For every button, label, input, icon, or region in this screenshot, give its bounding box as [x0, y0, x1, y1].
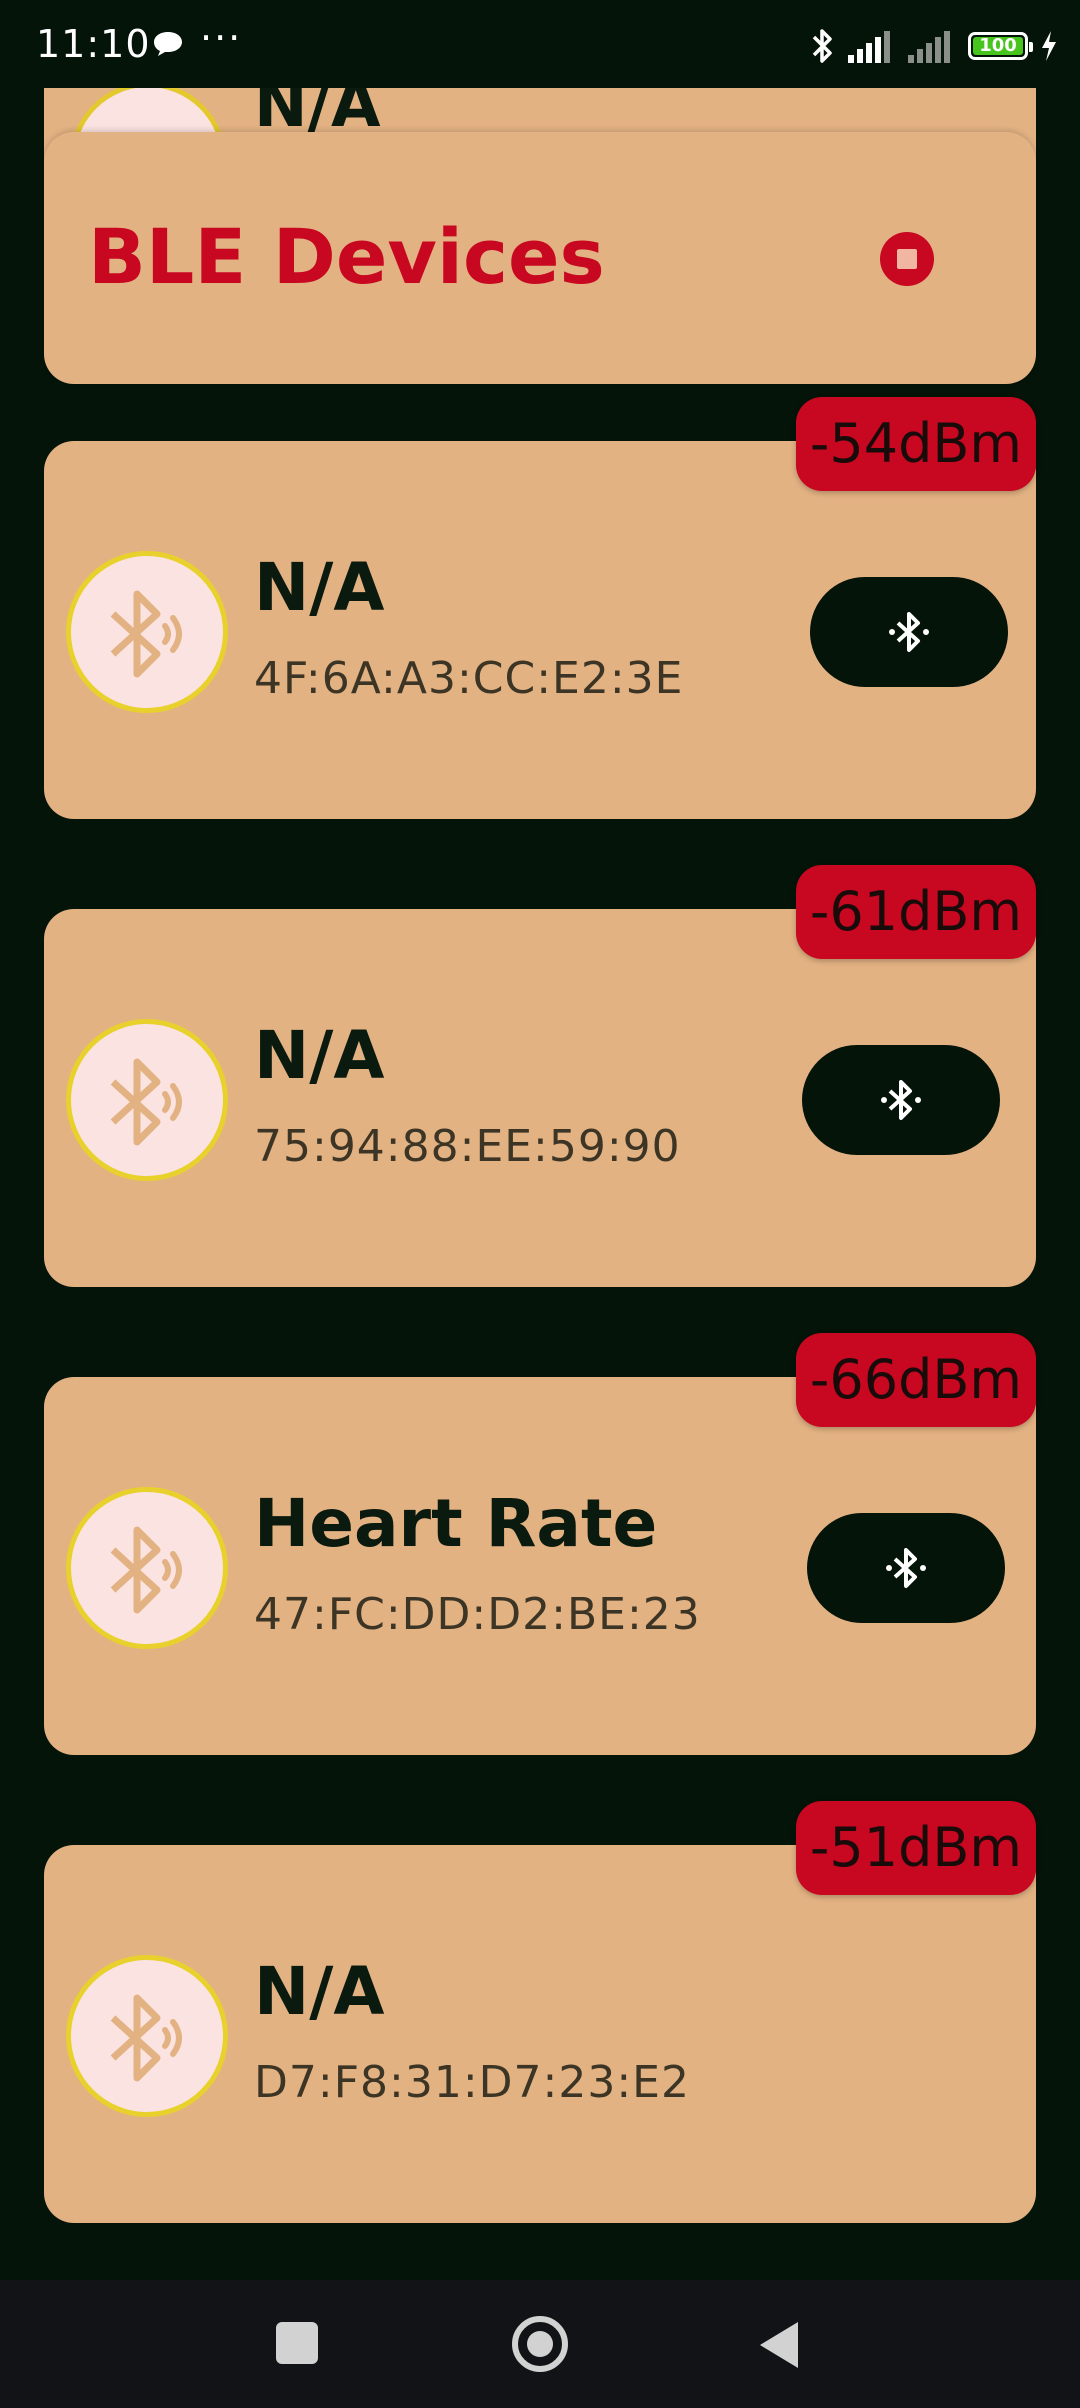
bluetooth-connect-icon — [889, 612, 929, 652]
device-address: 75:94:88:EE:59:90 — [254, 1121, 681, 1172]
signal-icon — [848, 31, 890, 63]
status-bar: 11:10 ··· 100 — [0, 0, 1080, 88]
device-card[interactable]: -54dBm N/A 4F:6A:A3:CC:E2:3E — [44, 397, 1036, 819]
bluetooth-audio-icon — [66, 1019, 228, 1181]
signal-icon-2 — [908, 31, 950, 63]
header-card: BLE Devices — [44, 132, 1036, 384]
stop-icon — [897, 249, 917, 269]
home-button[interactable] — [512, 2316, 568, 2372]
device-card[interactable]: -66dBm Heart Rate 47:FC:DD:D2:BE:23 — [44, 1333, 1036, 1755]
connect-button[interactable] — [810, 577, 1008, 687]
device-address: 47:FC:DD:D2:BE:23 — [254, 1589, 701, 1640]
rssi-badge: -61dBm — [795, 865, 1036, 959]
connect-button[interactable] — [807, 1513, 1005, 1623]
bluetooth-audio-icon — [66, 1955, 228, 2117]
rssi-badge: -54dBm — [795, 397, 1036, 491]
bluetooth-audio-icon — [66, 1487, 228, 1649]
device-name: Heart Rate — [254, 1485, 658, 1562]
battery-icon: 100 — [968, 32, 1033, 60]
device-card[interactable]: -51dBm N/A D7:F8:31:D7:23:E2 — [44, 1801, 1036, 2223]
bluetooth-audio-icon — [66, 551, 228, 713]
device-address: D7:F8:31:D7:23:E2 — [254, 2057, 690, 2108]
page-title: BLE Devices — [88, 212, 605, 301]
back-button[interactable] — [760, 2322, 798, 2368]
stop-scan-button[interactable] — [880, 232, 934, 286]
device-card[interactable]: -61dBm N/A 75:94:88:EE:59:90 — [44, 865, 1036, 1287]
bluetooth-connect-icon — [881, 1080, 921, 1120]
device-address: 4F:6A:A3:CC:E2:3E — [254, 653, 684, 704]
chat-bubble-icon — [154, 32, 182, 56]
bluetooth-status-icon — [812, 29, 832, 63]
device-name: N/A — [254, 549, 385, 626]
rssi-badge: -51dBm — [795, 1801, 1036, 1895]
battery-level: 100 — [979, 35, 1017, 56]
rssi-badge: -66dBm — [795, 1333, 1036, 1427]
bluetooth-connect-icon — [886, 1548, 926, 1588]
device-name: N/A — [254, 1953, 385, 2030]
charging-icon — [1042, 31, 1056, 61]
status-time: 11:10 — [36, 22, 151, 66]
connect-button[interactable] — [802, 1045, 1000, 1155]
device-name: N/A — [254, 1017, 385, 1094]
status-overflow: ··· — [200, 16, 243, 60]
recents-button[interactable] — [276, 2322, 318, 2364]
navigation-bar — [0, 2280, 1080, 2408]
